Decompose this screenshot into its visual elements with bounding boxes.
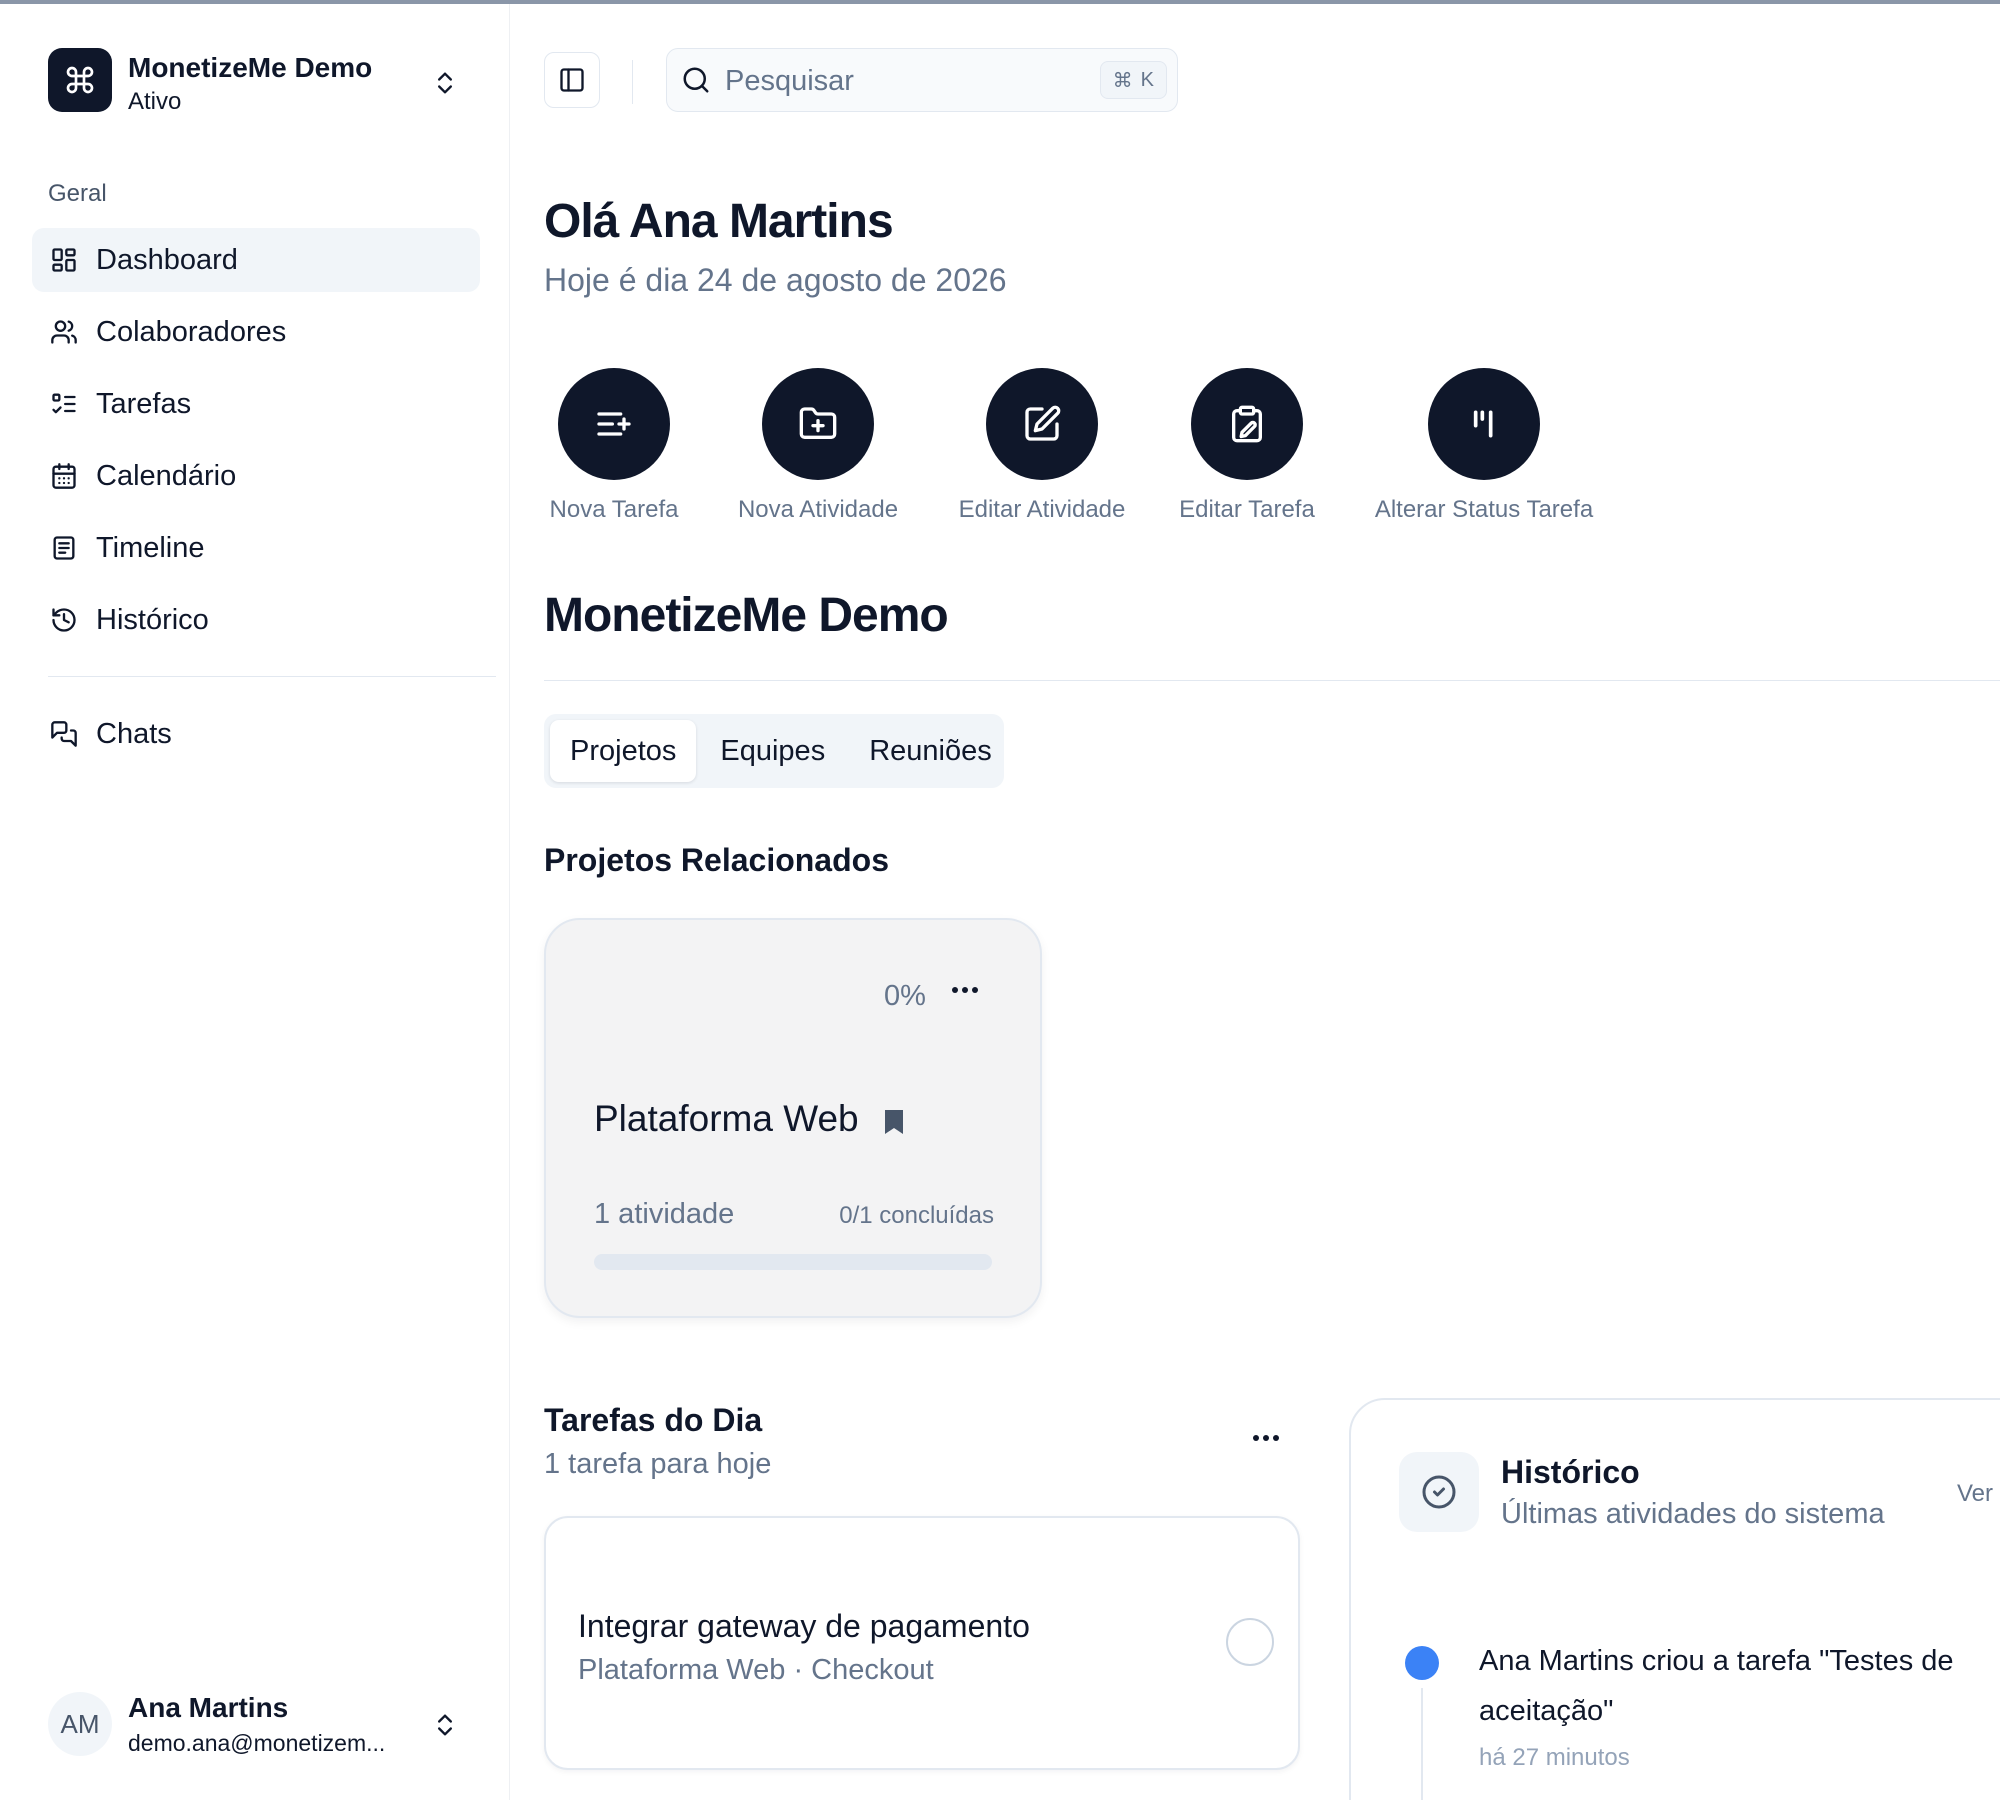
square-pen-icon: [986, 368, 1098, 480]
new-task-button[interactable]: Nova Tarefa: [544, 368, 684, 524]
file-text-icon: [48, 532, 80, 564]
sidebar-item-tarefas[interactable]: Tarefas: [32, 372, 480, 436]
calendar-icon: [48, 460, 80, 492]
section-divider: [544, 680, 2000, 681]
history-entry-text: Ana Martins criou a tarefa "Testes de ac…: [1479, 1645, 1954, 1727]
sidebar-item-dashboard[interactable]: Dashboard: [32, 228, 480, 292]
workspace-switcher[interactable]: MonetizeMe Demo Ativo: [48, 48, 468, 116]
sidebar-item-label: Calendário: [96, 459, 237, 492]
sidebar-secondary-nav: Chats: [32, 702, 480, 774]
main-content: Pesquisar ⌘ K Olá Ana Martins Hoje é dia…: [511, 4, 2000, 1800]
project-tabs: Projetos Equipes Reuniões: [544, 714, 1004, 788]
tab-equipes[interactable]: Equipes: [700, 720, 845, 782]
sidebar-item-timeline[interactable]: Timeline: [32, 516, 480, 580]
user-menu[interactable]: AM Ana Martins demo.ana@monetizem...: [48, 1690, 468, 1758]
sidebar-item-chats[interactable]: Chats: [32, 702, 480, 766]
more-horizontal-icon[interactable]: [1251, 1432, 1281, 1444]
folder-plus-icon: [762, 368, 874, 480]
history-card: Histórico Últimas atividades do sistema …: [1349, 1398, 2000, 1800]
nav-section-label: Geral: [48, 180, 107, 207]
clipboard-pen-icon: [1191, 368, 1303, 480]
chevrons-up-down-icon: [428, 1708, 462, 1742]
more-horizontal-icon[interactable]: [950, 984, 980, 996]
sidebar-item-label: Colaboradores: [96, 315, 287, 348]
project-completed-count: 0/1 concluídas: [839, 1202, 994, 1229]
sidebar-item-label: Tarefas: [96, 387, 192, 420]
edit-task-button[interactable]: Editar Tarefa: [1172, 368, 1322, 524]
history-subtitle: Últimas atividades do sistema: [1501, 1498, 1885, 1530]
search-placeholder: Pesquisar: [725, 65, 854, 97]
project-progress-percent: 0%: [884, 980, 926, 1012]
action-label: Editar Tarefa: [1179, 496, 1315, 523]
timeline-dot: [1405, 1646, 1439, 1680]
edit-activity-button[interactable]: Editar Atividade: [950, 368, 1134, 524]
task-complete-checkbox[interactable]: [1226, 1618, 1274, 1666]
sidebar-nav: Dashboard Colaboradores Tarefas Calendár…: [32, 228, 480, 660]
page-title: Olá Ana Martins: [544, 195, 894, 248]
current-date: Hoje é dia 24 de agosto de 2026: [544, 262, 1007, 298]
workspace-status: Ativo: [128, 88, 182, 115]
project-activity-count: 1 atividade: [594, 1198, 735, 1230]
task-meta: Plataforma Web · Checkout: [578, 1654, 934, 1686]
list-plus-icon: [558, 368, 670, 480]
sidebar-item-label: Dashboard: [96, 243, 238, 276]
action-label: Nova Tarefa: [549, 496, 679, 523]
bookmark-icon: [882, 1108, 906, 1136]
user-email: demo.ana@monetizem...: [128, 1730, 386, 1756]
avatar: AM: [48, 1692, 112, 1756]
command-key-icon: ⌘: [1112, 69, 1133, 92]
sidebar-item-colaboradores[interactable]: Colaboradores: [32, 300, 480, 364]
history-entry-time: há 27 minutos: [1479, 1744, 1630, 1771]
search-icon: [681, 65, 711, 95]
sidebar: MonetizeMe Demo Ativo Geral Dashboard Co…: [0, 4, 510, 1800]
history-icon: [48, 604, 80, 636]
search-input[interactable]: Pesquisar ⌘ K: [666, 48, 1178, 112]
organization-title: MonetizeMe Demo: [544, 589, 949, 642]
toolbar-divider: [632, 60, 633, 104]
sidebar-item-label: Histórico: [96, 603, 209, 636]
circle-check-icon: [1399, 1452, 1479, 1532]
timeline-line: [1421, 1688, 1423, 1800]
task-item[interactable]: Integrar gateway de pagamento Plataforma…: [544, 1516, 1300, 1770]
view-history-link[interactable]: Ver: [1957, 1480, 1993, 1508]
sidebar-item-label: Chats: [96, 717, 172, 750]
chevrons-up-down-icon: [428, 66, 462, 100]
sidebar-divider: [48, 676, 496, 677]
sidebar-item-label: Timeline: [96, 531, 205, 564]
sidebar-toggle-button[interactable]: [544, 52, 600, 108]
change-task-status-button[interactable]: Alterar Status Tarefa: [1362, 368, 1606, 524]
users-icon: [48, 316, 80, 348]
project-card[interactable]: 0% Plataforma Web 1 atividade 0/1 conclu…: [544, 918, 1042, 1318]
action-label: Editar Atividade: [958, 496, 1126, 523]
messages-icon: [48, 718, 80, 750]
quick-actions: Nova Tarefa Nova Atividade Editar Ativid…: [544, 368, 1744, 538]
shortcut-key: K: [1140, 68, 1154, 91]
project-name: Plataforma Web: [594, 1098, 859, 1139]
panel-left-icon: [558, 66, 586, 94]
sidebar-item-historico[interactable]: Histórico: [32, 588, 480, 652]
tab-projetos[interactable]: Projetos: [550, 720, 697, 782]
tasks-subtitle: 1 tarefa para hoje: [544, 1448, 772, 1480]
history-title: Histórico: [1501, 1454, 1640, 1490]
sidebar-item-calendario[interactable]: Calendário: [32, 444, 480, 508]
project-progress-bar: [594, 1254, 992, 1270]
list-checks-icon: [48, 388, 80, 420]
tasks-title: Tarefas do Dia: [544, 1402, 763, 1438]
related-projects-title: Projetos Relacionados: [544, 842, 889, 878]
user-name: Ana Martins: [128, 1692, 289, 1723]
new-activity-button[interactable]: Nova Atividade: [730, 368, 906, 524]
command-icon: [48, 48, 112, 112]
layout-dashboard-icon: [48, 244, 80, 276]
status-bars-icon: [1428, 368, 1540, 480]
task-name: Integrar gateway de pagamento: [578, 1608, 1030, 1644]
action-label: Nova Atividade: [737, 496, 899, 523]
workspace-name: MonetizeMe Demo: [128, 52, 373, 83]
action-label: Alterar Status Tarefa: [1374, 496, 1594, 523]
tab-reunioes[interactable]: Reuniões: [849, 720, 1012, 782]
search-shortcut: ⌘ K: [1099, 61, 1167, 99]
